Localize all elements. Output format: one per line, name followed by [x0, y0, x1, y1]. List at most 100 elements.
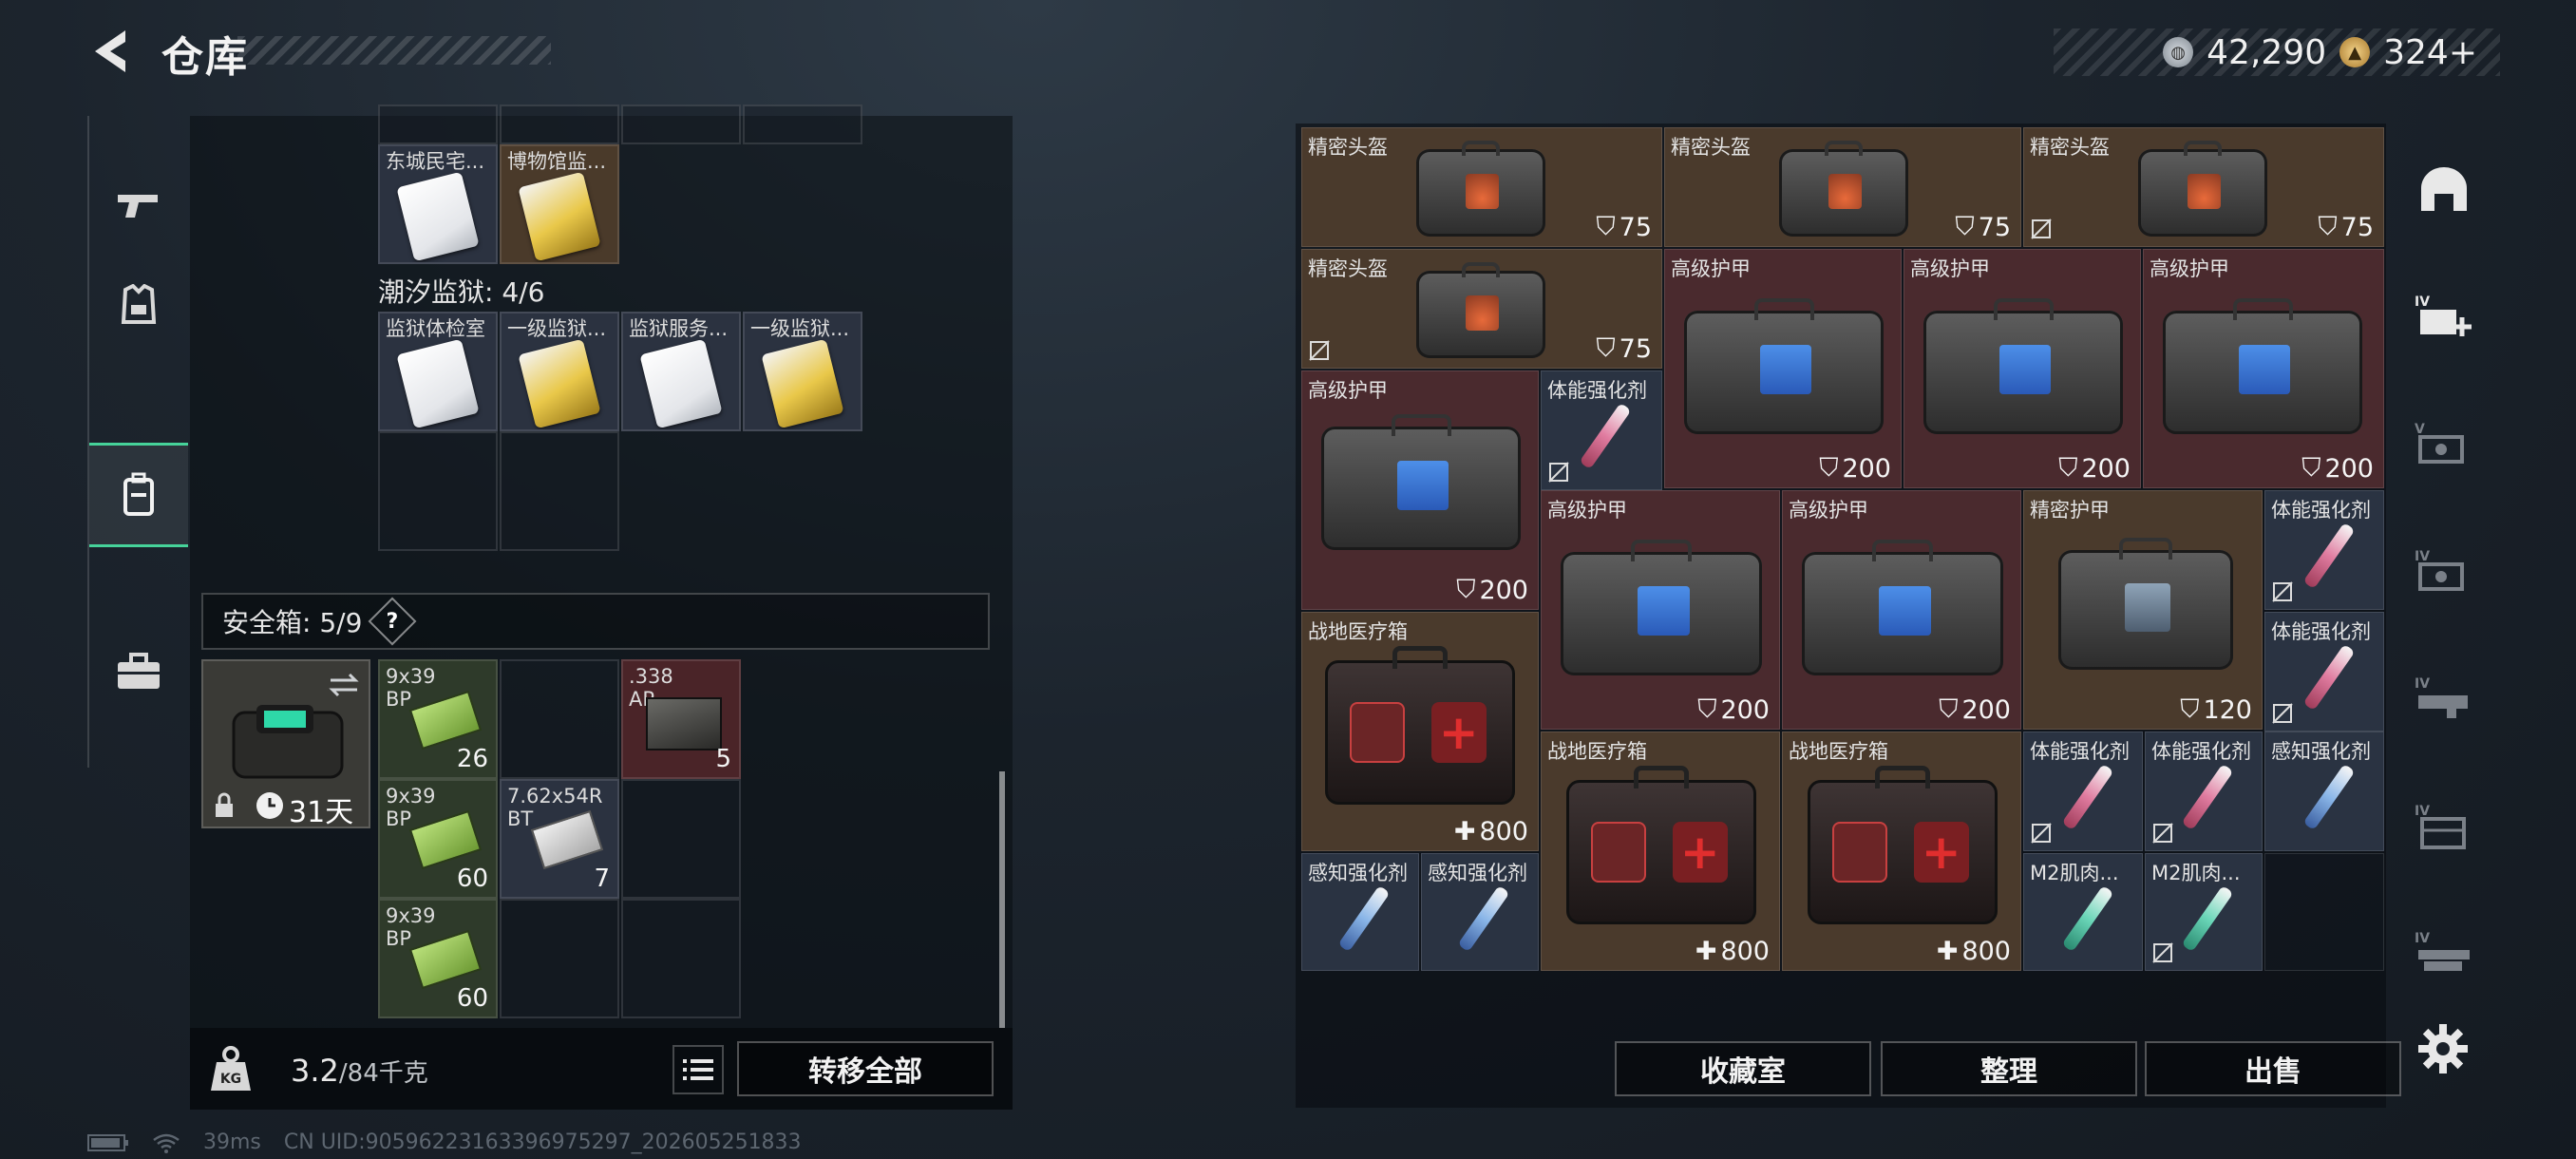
- storage-page-iv-4[interactable]: IV: [2415, 927, 2473, 980]
- settings-button[interactable]: [2416, 1022, 2470, 1075]
- storage-item[interactable]: 高级护甲 ⛉ 200: [1301, 370, 1539, 610]
- keycard-item[interactable]: 博物馆监...: [500, 144, 619, 264]
- keycard-item[interactable]: 一级监狱...: [743, 312, 862, 431]
- storage-item[interactable]: 高级护甲 ⛉ 200: [1904, 249, 2141, 488]
- helmet-bag-icon: [1779, 140, 1908, 237]
- storage-item[interactable]: 战地医疗箱 + ✚ 800: [1782, 732, 2021, 971]
- prison-section-label: 潮汐监狱: 4/6: [378, 276, 545, 308]
- storage-page-arch[interactable]: [2415, 163, 2473, 217]
- armor-bag-icon: [1684, 298, 1884, 434]
- storage-item[interactable]: 体能强化剂: [2264, 490, 2384, 610]
- ammo-item[interactable]: .338 AP 5: [621, 659, 741, 779]
- grid-cell[interactable]: [500, 899, 619, 1018]
- storage-item[interactable]: 感知强化剂: [1421, 853, 1539, 971]
- grid-cell[interactable]: [621, 779, 741, 899]
- safe-box-header: 安全箱: 5/9 ?: [201, 593, 990, 650]
- heal-plus-icon: ✚: [1936, 937, 1959, 966]
- file-cabinet-icon: IV: [2415, 804, 2466, 849]
- gun-rack-icon: IV: [2415, 931, 2470, 971]
- storage-item[interactable]: 高级护甲 ⛉ 200: [1782, 490, 2021, 730]
- storage-page-iv-3[interactable]: IV: [2415, 800, 2473, 853]
- grid-cell[interactable]: [378, 431, 498, 551]
- storage-item[interactable]: 高级护甲 ⛉ 200: [2143, 249, 2384, 488]
- grid-cell[interactable]: [621, 104, 741, 144]
- list-view-button[interactable]: [672, 1045, 724, 1094]
- grid-cell[interactable]: [2264, 853, 2384, 971]
- help-icon: ?: [387, 609, 399, 634]
- storage-item[interactable]: 精密护甲 ⛉ 120: [2023, 490, 2263, 730]
- grid-cell[interactable]: [500, 431, 619, 551]
- storage-item[interactable]: 精密头盔 ⛉ 75: [1301, 249, 1662, 369]
- storage-item[interactable]: 精密头盔 ⛉ 75: [1301, 127, 1662, 247]
- tab-backpack[interactable]: [89, 443, 188, 547]
- currency-bar: ◍ 42,290 ▲ 324+: [2054, 28, 2500, 76]
- storage-item[interactable]: 精密头盔 ⛉ 75: [1664, 127, 2021, 247]
- silver-amount: 42,290: [2207, 32, 2327, 72]
- storage-item[interactable]: 体能强化剂: [2145, 732, 2263, 851]
- shield-icon: ⛉: [1697, 694, 1717, 724]
- keycard-icon: [518, 171, 601, 262]
- tab-gear[interactable]: [89, 253, 188, 357]
- shield-icon: ⛉: [2301, 453, 2321, 483]
- shield-icon: ⛉: [1596, 212, 1616, 241]
- storage-item[interactable]: 体能强化剂: [2264, 612, 2384, 732]
- keycard-item[interactable]: 东城民宅...: [378, 144, 498, 264]
- keycard-icon: [518, 338, 601, 429]
- storage-iv-icon: IV: [2415, 549, 2464, 591]
- keycard-item[interactable]: 一级监狱...: [500, 312, 619, 431]
- helmet-bag-icon: [1416, 261, 1545, 358]
- storage-item[interactable]: 感知强化剂: [1301, 853, 1419, 971]
- svg-text:KG: KG: [220, 1072, 241, 1087]
- back-button[interactable]: [87, 25, 141, 78]
- heal-plus-icon: ✚: [1695, 937, 1717, 966]
- storage-page-iv-1[interactable]: IV: [2415, 545, 2473, 598]
- keycard-item[interactable]: 监狱体检室: [378, 312, 498, 431]
- pistol-icon: [118, 195, 158, 218]
- collection-room-button[interactable]: 收藏室: [1615, 1041, 1871, 1096]
- inventory-scrollbar[interactable]: [999, 771, 1005, 1028]
- safe-box-timer: 31天: [289, 796, 354, 829]
- storage-page-iv-2[interactable]: IV: [2415, 673, 2473, 726]
- keycard-icon: [396, 338, 480, 429]
- ammo-item[interactable]: 9x39 BP 60: [378, 899, 498, 1018]
- syringe-icon: [1457, 884, 1510, 953]
- storage-item[interactable]: M2肌肉...: [2145, 853, 2263, 971]
- ammo-item[interactable]: 9x39 BP 26: [378, 659, 498, 779]
- grid-cell[interactable]: [378, 104, 498, 144]
- page-title: 仓库: [161, 33, 249, 82]
- wifi-icon: [153, 1133, 180, 1153]
- help-button[interactable]: ?: [368, 597, 417, 646]
- ammo-item[interactable]: 7.62x54R BT 7: [500, 779, 619, 899]
- grid-cell[interactable]: [500, 104, 619, 144]
- shield-icon: ⛉: [1819, 453, 1839, 483]
- sort-button[interactable]: 整理: [1881, 1041, 2137, 1096]
- grid-cell[interactable]: [743, 104, 862, 144]
- sell-button[interactable]: 出售: [2145, 1041, 2401, 1096]
- medkit-icon: +: [1325, 646, 1515, 805]
- tab-weapons[interactable]: [89, 154, 188, 258]
- grid-cell[interactable]: [621, 899, 741, 1018]
- keycard-item[interactable]: 监狱服务...: [621, 312, 741, 431]
- storage-page-v[interactable]: V: [2415, 418, 2473, 471]
- storage-item[interactable]: 战地医疗箱 + ✚ 800: [1541, 732, 1780, 971]
- storage-item[interactable]: 体能强化剂: [2023, 732, 2143, 851]
- transfer-all-button[interactable]: 转移全部: [737, 1041, 994, 1096]
- helmet-bag-icon: [2138, 140, 2267, 237]
- storage-item[interactable]: 高级护甲 ⛉ 200: [1664, 249, 1902, 488]
- storage-item[interactable]: 高级护甲 ⛉ 200: [1541, 490, 1780, 730]
- gold-amount[interactable]: 324+: [2383, 33, 2477, 72]
- shield-icon: ⛉: [1939, 694, 1959, 724]
- storage-item[interactable]: M2肌肉...: [2023, 853, 2143, 971]
- storage-item[interactable]: 感知强化剂: [2264, 732, 2384, 851]
- ammo-item[interactable]: 9x39 BP 60: [378, 779, 498, 899]
- storage-item[interactable]: 体能强化剂: [1541, 370, 1662, 490]
- storage-item[interactable]: 战地医疗箱 + ✚ 800: [1301, 612, 1539, 851]
- safe-box-container[interactable]: 31天: [201, 659, 370, 829]
- list-icon: [683, 1059, 713, 1080]
- storage-page-add[interactable]: IV: [2415, 291, 2473, 344]
- grid-cell[interactable]: [500, 659, 619, 779]
- armor-bag-icon: [1923, 298, 2123, 434]
- storage-item[interactable]: 精密头盔 ⛉ 75: [2023, 127, 2384, 247]
- syringe-icon: [2302, 763, 2356, 831]
- tab-briefcase[interactable]: [89, 619, 188, 724]
